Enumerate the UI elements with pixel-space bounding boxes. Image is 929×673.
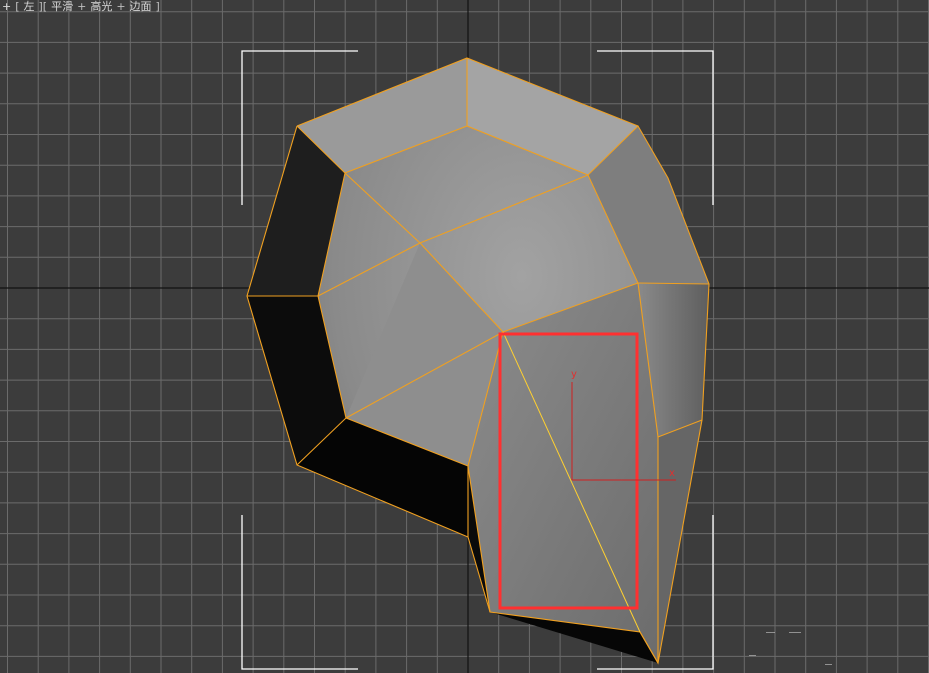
mesh-front-faces[interactable] (297, 58, 709, 663)
viewport-general-menu[interactable]: + (2, 0, 11, 13)
watermark-marks (749, 632, 832, 665)
viewport-scene[interactable]: y x (0, 0, 929, 673)
plus-separator-2: + (116, 0, 126, 13)
viewport-view-menu[interactable]: 左 (24, 0, 35, 13)
viewport-shading-smooth[interactable]: 平滑 (51, 0, 73, 13)
bracket-open: [ (15, 0, 20, 13)
bracket-mid: ][ (38, 0, 48, 13)
gizmo-y-label: y (571, 369, 577, 380)
gizmo-x-label: x (669, 468, 675, 479)
viewport-shading-highlights[interactable]: 高光 (90, 0, 112, 13)
plus-separator-1: + (77, 0, 87, 13)
bracket-close: ] (155, 0, 160, 13)
left-viewport[interactable]: +[左][平滑 + 高光 + 边面] y x (0, 0, 929, 673)
viewport-shading-edged-faces[interactable]: 边面 (130, 0, 152, 13)
viewport-label-menu[interactable]: +[左][平滑 + 高光 + 边面] (2, 0, 164, 14)
